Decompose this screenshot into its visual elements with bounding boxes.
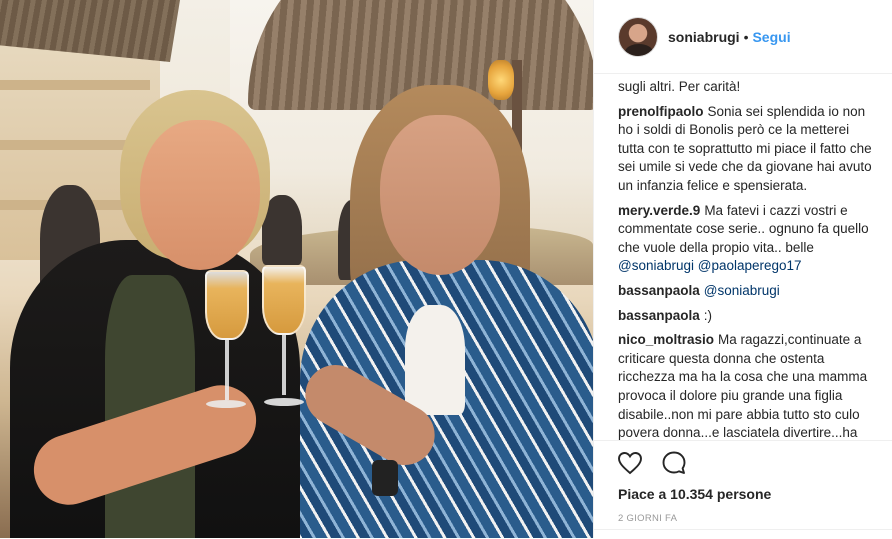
- comment-partial: sugli altri. Per carità!: [618, 74, 875, 97]
- white-top: [405, 305, 465, 415]
- comment-username[interactable]: prenolfipaolo: [618, 104, 704, 119]
- comment-mentions[interactable]: @soniabrugi @paolaperego17: [618, 258, 802, 273]
- follow-button[interactable]: Segui: [752, 29, 790, 45]
- post-viewer: soniabrugi • Segui sugli altri. Per cari…: [0, 0, 892, 538]
- glass-stem: [225, 340, 229, 400]
- comment-item: mery.verde.9 Ma fatevi i cazzi vostri e c…: [618, 202, 875, 276]
- comments-list[interactable]: sugli altri. Per carità! prenolfipaolo So…: [594, 74, 892, 440]
- post-sidebar: soniabrugi • Segui sugli altri. Per cari…: [593, 0, 892, 538]
- heart-icon[interactable]: [616, 449, 644, 477]
- comment-item: nico_moltrasio Ma ragazzi,continuate a cr…: [618, 331, 875, 440]
- likes-count[interactable]: Piace a 10.354 persone: [618, 486, 771, 502]
- comment-text: Ma ragazzi,continuate a criticare questa…: [618, 332, 868, 440]
- header-username[interactable]: soniabrugi: [668, 29, 740, 45]
- woman-right: [280, 85, 593, 538]
- comment-text: sugli altri. Per carità!: [618, 79, 741, 94]
- avatar[interactable]: [618, 16, 658, 57]
- face: [380, 115, 500, 275]
- post-photo[interactable]: [0, 0, 593, 538]
- comment-bubble-icon[interactable]: [660, 449, 688, 477]
- comment-username[interactable]: nico_moltrasio: [618, 332, 714, 347]
- cut-off-line: [618, 74, 875, 78]
- glass-stem: [282, 335, 286, 395]
- comment-item: prenolfipaolo Sonia sei splendida io non …: [618, 103, 875, 196]
- post-header: soniabrugi • Segui: [594, 0, 892, 74]
- smartwatch: [372, 460, 398, 496]
- post-timestamp[interactable]: 2 GIORNI FA: [618, 513, 677, 524]
- comment-username[interactable]: mery.verde.9: [618, 203, 700, 218]
- balcony: [0, 80, 150, 90]
- glass-foot: [264, 398, 304, 406]
- comment-item: bassanpaola @soniabrugi: [618, 282, 875, 301]
- comment-item: bassanpaola:): [618, 307, 875, 326]
- comment-mentions[interactable]: @soniabrugi: [704, 283, 780, 298]
- glass-foot: [206, 400, 246, 408]
- beer-glass: [262, 265, 306, 335]
- comment-text: :): [703, 307, 713, 323]
- post-actions: Piace a 10.354 persone 2 GIORNI FA: [594, 440, 892, 538]
- face: [140, 120, 260, 270]
- beer-glass: [205, 270, 249, 340]
- header-separator: •: [743, 28, 749, 45]
- comment-username[interactable]: bassanpaola: [618, 283, 700, 298]
- action-icons: [616, 449, 688, 477]
- comment-username[interactable]: bassanpaola: [618, 308, 700, 323]
